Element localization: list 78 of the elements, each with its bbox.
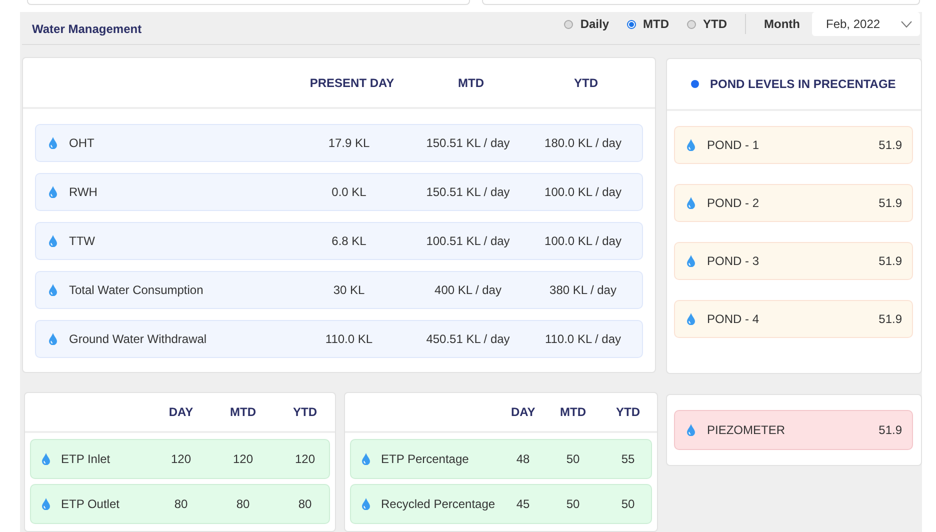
piezometer-value: 51.9	[878, 423, 903, 437]
table-cell-text: 120	[170, 452, 192, 466]
row-label: Recycled Percentage	[381, 497, 496, 511]
row-label: POND - 3	[707, 254, 760, 268]
water-drop-icon	[687, 255, 695, 267]
column-header: PRESENT DAY	[308, 76, 396, 90]
section-title: Water Management	[32, 21, 142, 36]
table-cell-text: 380 KL / day	[548, 283, 618, 297]
row-label: RWH	[69, 185, 98, 199]
table-cell-text: 48	[515, 452, 531, 466]
row-label: POND - 4	[707, 312, 760, 326]
row-label: POND - 2	[707, 196, 760, 210]
row-label: PIEZOMETER	[707, 423, 786, 437]
water-drop-icon	[687, 139, 695, 151]
bullet-icon	[691, 80, 699, 88]
water-drop-icon	[362, 498, 370, 510]
column-header: DAY	[168, 405, 194, 419]
table-cell-text: 150.51 KL / day	[425, 136, 511, 150]
table-cell-text: 150.51 KL / day	[425, 185, 511, 199]
water-drop-icon	[48, 333, 56, 345]
table-cell-text: 50	[565, 452, 581, 466]
table-cell-text: 80	[297, 497, 313, 511]
table-cell-text: 80	[235, 497, 251, 511]
water-drop-icon	[687, 424, 695, 436]
water-drop-icon	[42, 453, 50, 465]
table-cell-text: 45	[515, 497, 531, 511]
table-cell-text: 30 KL	[332, 283, 366, 297]
water-drop-icon	[42, 498, 50, 510]
pond-value: 51.9	[878, 196, 903, 210]
period-radio[interactable]: Daily	[564, 17, 610, 31]
water-drop-icon	[362, 453, 370, 465]
table-cell-text: 100.0 KL / day	[544, 234, 622, 248]
column-header: YTD	[573, 76, 599, 90]
card-title: POND LEVELS IN PRECENTAGE	[710, 77, 896, 91]
table-cell-text: 17.9 KL	[327, 136, 371, 150]
water-drop-icon	[48, 137, 56, 149]
row-label: ETP Percentage	[381, 452, 470, 466]
table-cell-text: 80	[173, 497, 189, 511]
table-cell-text: 120	[294, 452, 316, 466]
period-radio[interactable]: YTD	[687, 17, 728, 31]
month-label: Month	[764, 17, 800, 31]
column-header: YTD	[292, 405, 318, 419]
table-cell-text: 180.0 KL / day	[544, 136, 622, 150]
row-label: ETP Inlet	[61, 452, 112, 466]
pond-value: 51.9	[878, 138, 903, 152]
month-select[interactable]: Feb, 2022	[812, 12, 920, 36]
pond-value: 51.9	[878, 254, 903, 268]
table-cell-text: 120	[232, 452, 254, 466]
column-header: YTD	[615, 405, 641, 419]
row-label: Total Water Consumption	[69, 283, 204, 297]
row-label: OHT	[69, 136, 96, 150]
column-header: DAY	[511, 405, 535, 419]
column-header: MTD	[559, 405, 587, 419]
table-cell-text: 100.0 KL / day	[544, 185, 622, 199]
table-cell-text: 50	[565, 497, 581, 511]
table-cell-text: 100.51 KL / day	[425, 234, 511, 248]
water-drop-icon	[48, 186, 56, 198]
row-label: Ground Water Withdrawal	[69, 332, 208, 346]
period-radio[interactable]: MTD	[627, 17, 670, 31]
water-drop-icon	[687, 313, 695, 325]
table-cell-text: 110.0 KL / day	[544, 332, 622, 346]
table-cell-text: 55	[620, 452, 636, 466]
row-label: TTW	[69, 234, 96, 248]
table-cell-text: 450.51 KL / day	[425, 332, 511, 346]
row-label: ETP Outlet	[61, 497, 120, 511]
water-drop-icon	[48, 235, 56, 247]
table-cell-text: 400 KL / day	[434, 283, 502, 297]
chevron-down-icon	[901, 20, 912, 28]
table-cell-text: 0.0 KL	[330, 185, 368, 199]
table-cell-text: 110.0 KL	[324, 332, 374, 346]
pond-value: 51.9	[878, 312, 903, 326]
row-label: POND - 1	[707, 138, 760, 152]
table-cell-text: 50	[620, 497, 636, 511]
column-header: MTD	[229, 405, 257, 419]
column-header: MTD	[457, 76, 485, 90]
table-cell-text: 6.8 KL	[330, 234, 368, 248]
water-drop-icon	[48, 284, 56, 296]
water-drop-icon	[687, 197, 695, 209]
